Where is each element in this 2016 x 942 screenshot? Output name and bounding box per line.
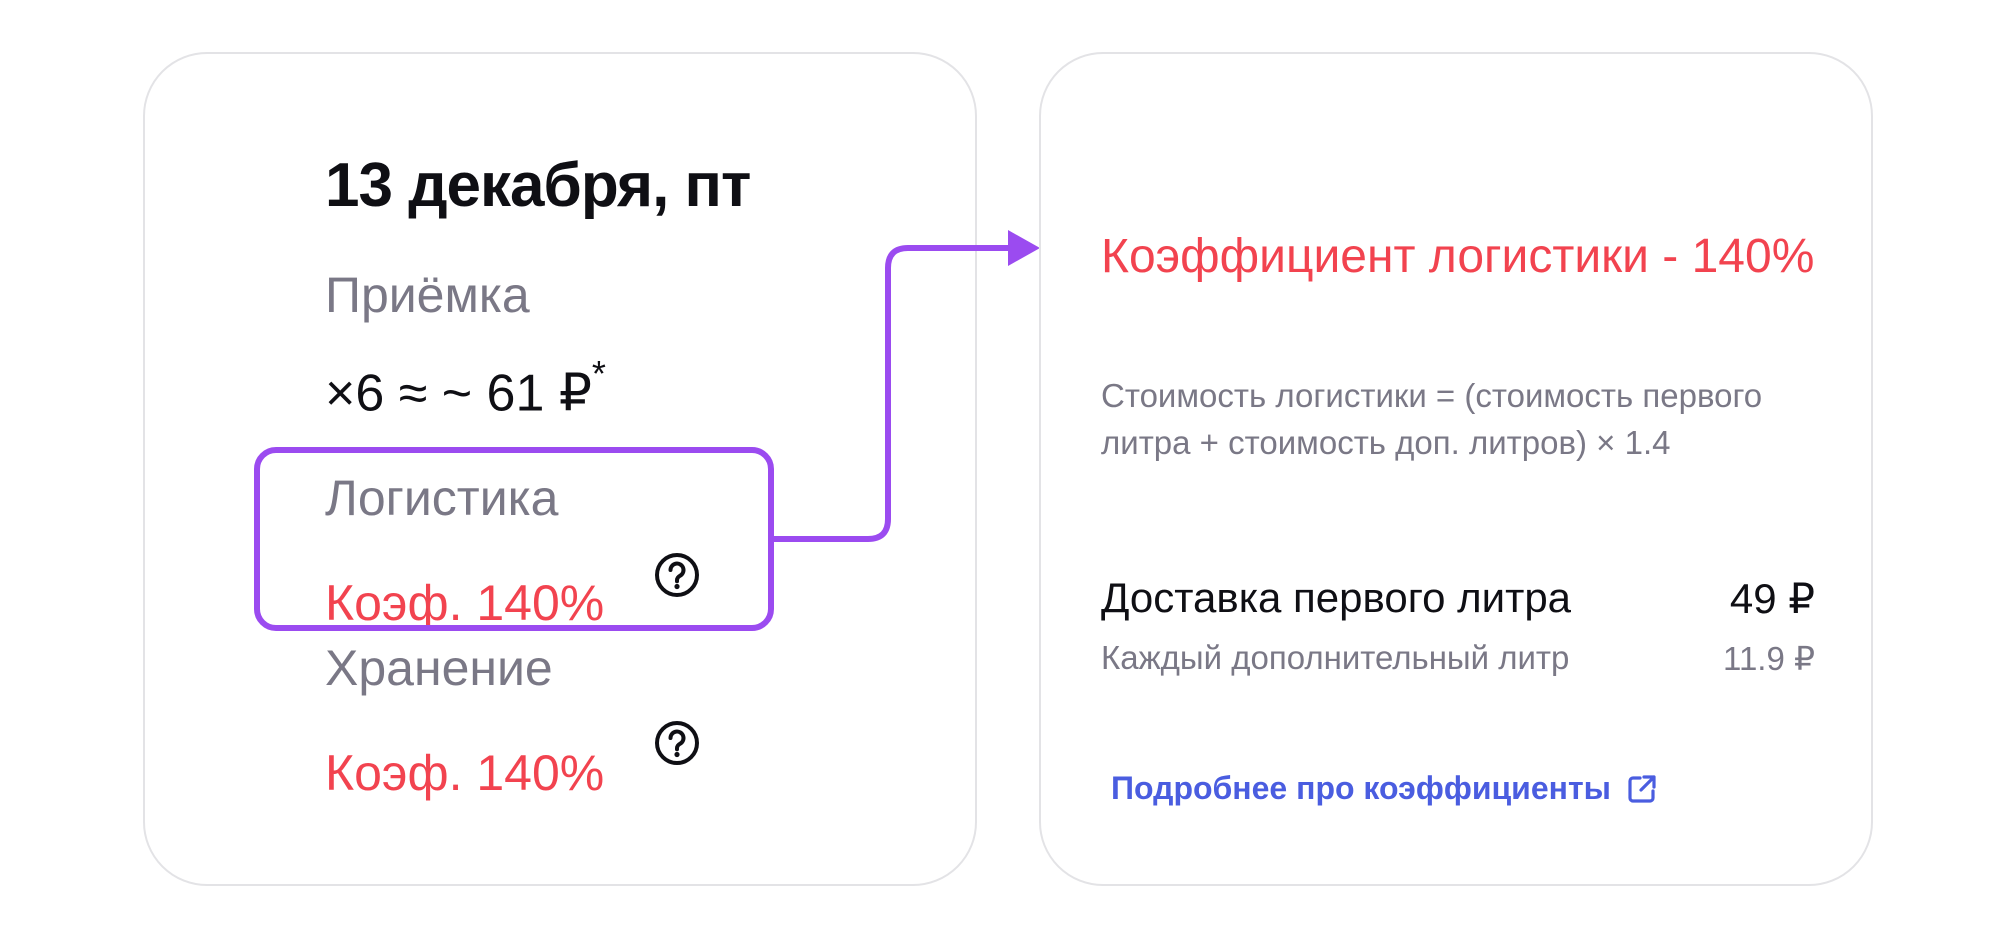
first-liter-price: 49 ₽ xyxy=(1729,575,1815,622)
priemka-price: ×6 ≈ ~ 61 ₽ xyxy=(325,364,592,423)
hranenie-coefficient: Коэф. 140% xyxy=(325,745,605,801)
tooltip-formula: Стоимость логистики = (стоимость первого… xyxy=(1101,377,1763,461)
priemka-label: Приёмка xyxy=(325,267,530,323)
external-link-icon[interactable] xyxy=(1625,772,1659,806)
date-heading: 13 декабря, пт xyxy=(325,151,751,220)
link-label[interactable]: Подробнее про коэффициенты xyxy=(1111,770,1611,807)
coefficient-tooltip-card: Коэффициент логистики - 140% Стоимость л… xyxy=(1039,52,1873,886)
priemka-value: ×6 ≈ ~ 61 ₽* xyxy=(325,353,606,423)
first-liter-label: Доставка первого литра xyxy=(1101,574,1572,621)
more-about-coefficients-link[interactable]: Подробнее про коэффициенты xyxy=(1111,770,1659,807)
logistika-highlight-frame xyxy=(254,447,774,631)
extra-liter-label: Каждый дополнительный литр xyxy=(1101,639,1570,676)
footnote-mark: * xyxy=(591,353,606,394)
hranenie-label: Хранение xyxy=(325,640,553,696)
extra-liter-price: 11.9 ₽ xyxy=(1723,640,1815,677)
tooltip-title: Коэффициент логистики - 140% xyxy=(1101,230,1815,283)
question-circle-icon[interactable] xyxy=(653,719,701,767)
